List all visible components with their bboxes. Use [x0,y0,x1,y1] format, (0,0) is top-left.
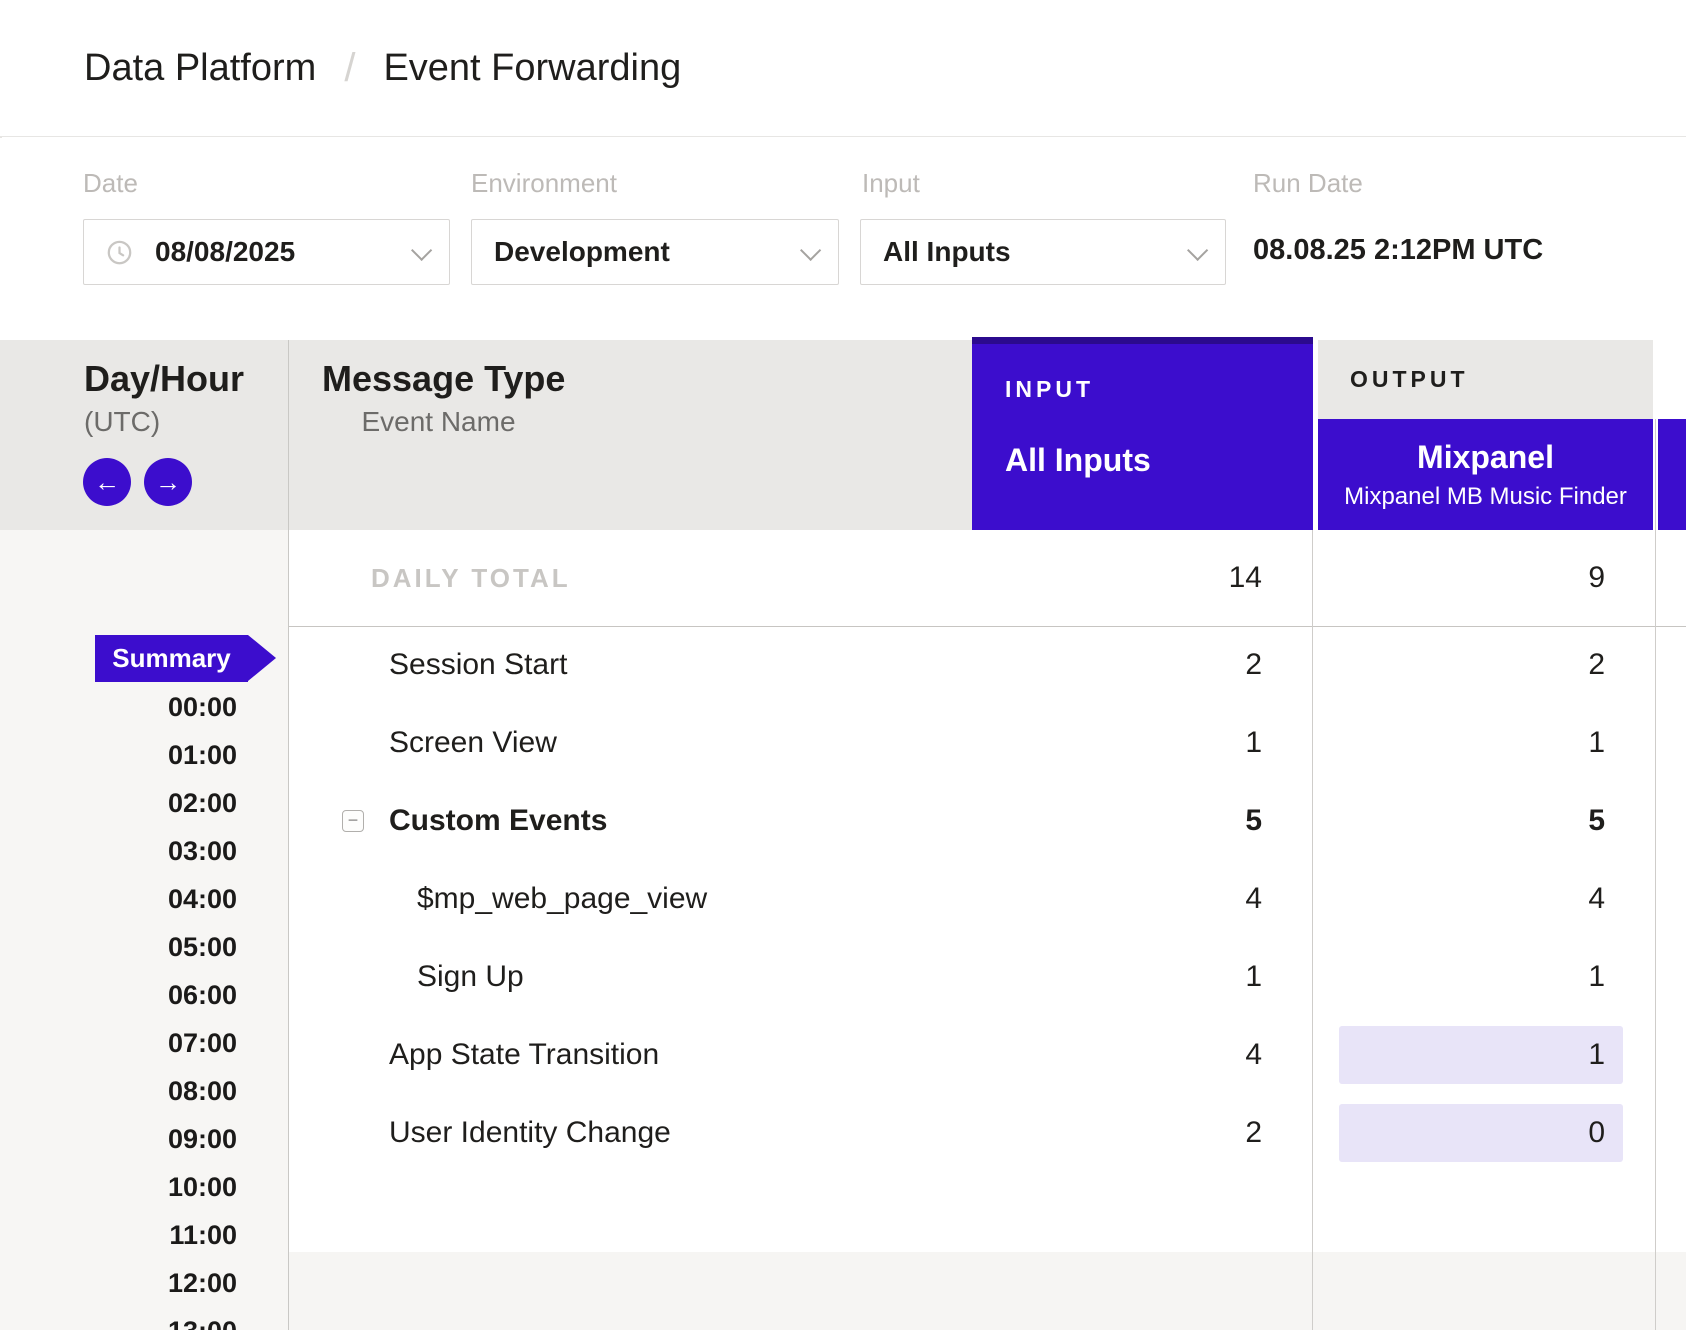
table-row-custom-events: − Custom Events 5 5 [289,782,1686,860]
hour-row-00[interactable]: 00:00 [0,683,237,731]
table-row: Session Start 2 2 [289,626,1686,704]
row-input-value: 4 [972,860,1312,938]
environment-filter-label: Environment [471,168,617,199]
row-label: Session Start [389,626,567,704]
output-connection-subtitle: Mixpanel MB Music Finder [1344,483,1627,511]
row-input-value: 4 [972,1016,1312,1094]
event-forwarding-page: Data Platform / Event Forwarding Date En… [0,0,1686,1330]
hour-row-06[interactable]: 06:00 [0,971,237,1019]
daily-total-output-value: 9 [1315,530,1655,626]
row-output-value-highlighted: 1 [1339,1026,1623,1084]
page-title: Event Forwarding [383,47,681,90]
chevron-down-icon [411,239,432,260]
row-output-value: 1 [1315,938,1655,1016]
run-date-value: 08.08.25 2:12PM UTC [1253,234,1543,267]
daily-total-input-value: 14 [972,530,1312,626]
breadcrumb-separator: / [344,46,355,91]
table-row: App State Transition 4 1 [289,1016,1686,1094]
row-input-value: 5 [972,782,1312,860]
hour-row-09[interactable]: 09:00 [0,1115,237,1163]
summary-badge-arrow [248,635,276,681]
output-connection-name: Mixpanel [1417,439,1554,476]
daily-total-row: DAILY TOTAL 14 9 [289,530,1686,627]
filter-bar: Date Environment Input Run Date 08/08/20… [0,138,1686,340]
event-name-subtitle: Event Name [322,406,555,438]
row-output-value-highlighted: 0 [1339,1104,1623,1162]
summary-row-badge[interactable]: Summary [95,635,248,682]
environment-select[interactable]: Development [471,219,839,285]
message-type-column-title: Message Type [322,358,565,400]
row-output-value: 1 [1315,704,1655,782]
column-divider [1655,419,1656,1330]
row-label: Custom Events [389,782,607,860]
chevron-down-icon [800,239,821,260]
next-day-button[interactable]: → [144,458,192,506]
date-filter-label: Date [83,168,138,199]
table-row: User Identity Change 2 0 [289,1094,1686,1172]
breadcrumb-bar: Data Platform / Event Forwarding [0,0,1686,137]
hour-row-03[interactable]: 03:00 [0,827,237,875]
hour-row-04[interactable]: 04:00 [0,875,237,923]
output-connection-header[interactable]: Mixpanel Mixpanel MB Music Finder [1318,419,1653,530]
table-row: Sign Up 1 1 [289,938,1686,1016]
day-hour-column-title: Day/Hour [84,358,244,400]
date-value: 08/08/2025 [155,236,295,268]
breadcrumb: Data Platform / Event Forwarding [84,0,681,137]
hour-row-13[interactable]: 13:00 [0,1307,237,1330]
input-value: All Inputs [883,236,1011,268]
summary-label: Summary [112,643,231,673]
input-group-header[interactable]: INPUT All Inputs [972,337,1313,530]
table-row: $mp_web_page_view 4 4 [289,860,1686,938]
hour-row-05[interactable]: 05:00 [0,923,237,971]
row-input-value: 1 [972,704,1312,782]
row-label: $mp_web_page_view [417,860,707,938]
row-label: User Identity Change [389,1094,671,1172]
environment-value: Development [494,236,670,268]
row-input-value: 2 [972,1094,1312,1172]
column-divider [1312,530,1313,1330]
collapse-minus-icon[interactable]: − [342,810,364,832]
run-date-label: Run Date [1253,168,1363,199]
output-group-label: OUTPUT [1350,366,1469,393]
next-output-header-partial[interactable] [1658,419,1686,530]
row-label: Sign Up [417,938,524,1016]
hour-row-02[interactable]: 02:00 [0,779,237,827]
hour-row-10[interactable]: 10:00 [0,1163,237,1211]
hour-row-11[interactable]: 11:00 [0,1211,237,1259]
input-select[interactable]: All Inputs [860,219,1226,285]
column-divider [288,340,289,1330]
row-input-value: 1 [972,938,1312,1016]
hour-row-12[interactable]: 12:00 [0,1259,237,1307]
row-output-value: 4 [1315,860,1655,938]
row-label: Screen View [389,704,557,782]
row-output-value: 5 [1315,782,1655,860]
row-label: App State Transition [389,1016,659,1094]
arrow-left-icon: ← [94,467,120,497]
breadcrumb-data-platform[interactable]: Data Platform [84,47,316,90]
day-hour-timezone: (UTC) [84,406,160,438]
input-filter-label: Input [862,168,920,199]
hour-row-01[interactable]: 01:00 [0,731,237,779]
chevron-down-icon [1187,239,1208,260]
daily-total-label: DAILY TOTAL [371,530,571,626]
row-output-cell: 1 [1315,1016,1655,1084]
table-footer-area [289,1252,1686,1330]
table-row: Screen View 1 1 [289,704,1686,782]
input-group-selected: All Inputs [1005,442,1151,479]
input-group-label: INPUT [1005,376,1094,403]
day-hour-sidebar: Summary 00:00 01:00 02:00 03:00 04:00 05… [0,530,288,1330]
hour-row-08[interactable]: 08:00 [0,1067,237,1115]
row-input-value: 2 [972,626,1312,704]
hour-row-07[interactable]: 07:00 [0,1019,237,1067]
date-select[interactable]: 08/08/2025 [83,219,450,285]
row-output-value: 2 [1315,626,1655,704]
arrow-right-icon: → [155,467,181,497]
row-output-cell: 0 [1315,1094,1655,1162]
previous-day-button[interactable]: ← [83,458,131,506]
clock-icon [106,239,133,266]
